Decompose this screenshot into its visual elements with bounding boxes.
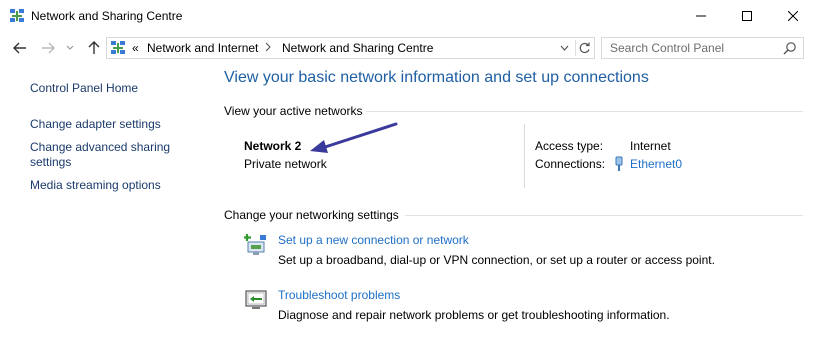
connections-label: Connections:: [535, 157, 606, 171]
breadcrumb-separator-icon: [265, 41, 271, 55]
network-centre-app-icon: [9, 8, 25, 24]
sidebar-item-change-advanced-sharing-settings[interactable]: Change advanced sharing: [30, 140, 170, 155]
title-bar: Network and Sharing Centre: [0, 0, 816, 32]
recent-locations-chevron-icon[interactable]: [64, 40, 76, 56]
new-connection-icon: [244, 233, 268, 257]
close-button[interactable]: [770, 0, 816, 32]
troubleshoot-icon: [244, 288, 268, 312]
breadcrumb-network-and-sharing-centre[interactable]: Network and Sharing Centre: [282, 41, 433, 55]
sidebar-item-control-panel-home[interactable]: Control Panel Home: [30, 81, 138, 96]
search-icon[interactable]: [783, 41, 797, 55]
access-type-label: Access type:: [535, 139, 604, 153]
network-details-divider: [524, 124, 525, 188]
breadcrumb-overflow[interactable]: «: [132, 41, 139, 55]
address-bar[interactable]: « Network and Internet Network and Shari…: [106, 37, 595, 59]
sidebar-item-change-advanced-sharing-settings-line2[interactable]: settings: [30, 155, 71, 170]
network-centre-location-icon: [110, 40, 126, 56]
address-dropdown-icon[interactable]: [556, 40, 572, 56]
page-title: View your basic network information and …: [224, 69, 649, 86]
active-networks-divider: [366, 111, 803, 112]
ethernet-icon: [613, 156, 625, 172]
change-settings-divider: [405, 215, 803, 216]
ethernet-connection-link[interactable]: Ethernet0: [630, 157, 682, 171]
network-name: Network 2: [244, 139, 302, 153]
troubleshoot-problems-description: Diagnose and repair network problems or …: [278, 308, 670, 322]
setup-connection-link[interactable]: Set up a new connection or network: [278, 233, 469, 247]
breadcrumb-network-and-internet[interactable]: Network and Internet: [147, 41, 258, 55]
troubleshoot-problems-link[interactable]: Troubleshoot problems: [278, 288, 400, 302]
change-settings-header: Change your networking settings: [224, 208, 399, 222]
back-button[interactable]: [12, 40, 28, 56]
annotation-arrow-icon: [310, 122, 398, 153]
network-category-link[interactable]: Private network: [244, 157, 327, 171]
sidebar-item-media-streaming-options[interactable]: Media streaming options: [30, 178, 161, 193]
search-box[interactable]: Search Control Panel: [601, 37, 804, 59]
maximize-button[interactable]: [724, 0, 770, 32]
forward-button[interactable]: [40, 40, 56, 56]
sidebar-item-change-adapter-settings[interactable]: Change adapter settings: [30, 117, 161, 132]
refresh-icon[interactable]: [575, 40, 593, 56]
setup-connection-description: Set up a broadband, dial-up or VPN conne…: [278, 253, 715, 267]
minimize-button[interactable]: [678, 0, 724, 32]
window-title: Network and Sharing Centre: [31, 9, 183, 23]
access-type-value: Internet: [630, 139, 671, 153]
up-button[interactable]: [86, 40, 102, 56]
search-input-placeholder[interactable]: Search Control Panel: [610, 41, 724, 55]
active-networks-header: View your active networks: [224, 104, 363, 118]
